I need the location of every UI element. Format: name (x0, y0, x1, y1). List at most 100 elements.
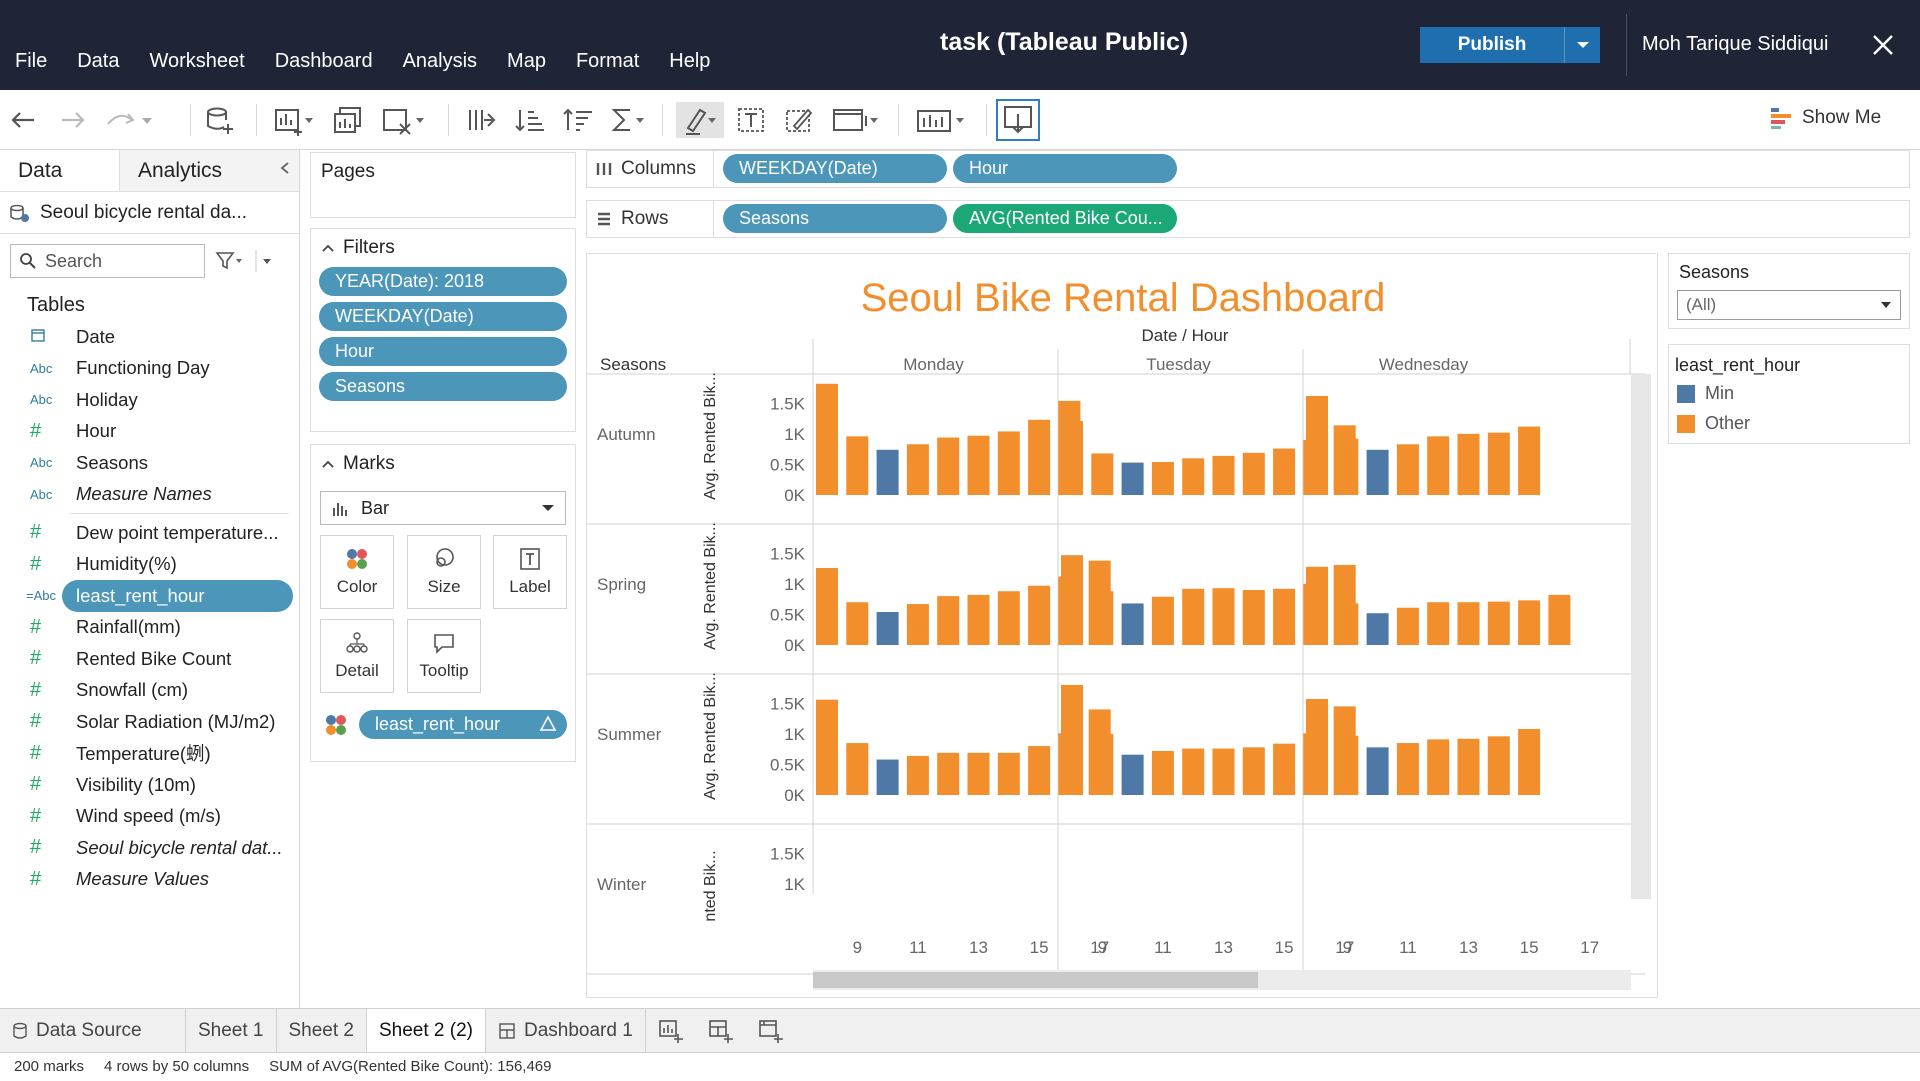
tab-analytics[interactable]: Analytics (120, 150, 270, 191)
field-seasons[interactable]: Abc Seasons (0, 447, 299, 479)
mark-type-select[interactable]: Bar (320, 491, 566, 525)
menu-file[interactable]: File (0, 48, 62, 74)
marks-tooltip-button[interactable]: Tooltip (407, 619, 481, 693)
marks-color-button[interactable]: Color (320, 535, 394, 609)
redo-icon[interactable] (58, 102, 88, 138)
filter-pill-seasons[interactable]: Seasons (319, 372, 567, 401)
close-icon[interactable] (1868, 30, 1898, 60)
bar-summer-monday-h11 (906, 755, 929, 795)
user-name[interactable]: Moh Tarique Siddiqui (1642, 33, 1828, 56)
download-button[interactable] (996, 99, 1040, 141)
menu-format[interactable]: Format (561, 48, 654, 74)
clear-sheet-icon[interactable] (380, 102, 426, 138)
replay-icon[interactable] (104, 102, 154, 138)
rows-pill-avg-rented[interactable]: AVG(Rented Bike Cou... (953, 204, 1177, 233)
seasons-filter-select[interactable]: (All) (1677, 290, 1901, 320)
columns-pill-hour[interactable]: Hour (953, 154, 1177, 183)
database-icon (13, 1022, 27, 1039)
filters-header[interactable]: Filters (311, 229, 575, 267)
data-pane: Data Analytics Seoul bicycle rental da..… (0, 150, 300, 1010)
field-snowfall-cm[interactable]: # Snowfall (cm) (0, 675, 299, 707)
tab-data-source[interactable]: Data Source (0, 1009, 186, 1053)
annotate-icon[interactable] (782, 102, 816, 138)
filter-pill-year[interactable]: YEAR(Date): 2018 (319, 267, 567, 296)
y-axis-label: Avg. Rented Bik... (702, 522, 719, 650)
publish-dropdown[interactable] (1565, 27, 1600, 63)
publish-label[interactable]: Publish (1420, 27, 1565, 63)
field-name: least_rent_hour (76, 584, 205, 606)
field-name: Solar Radiation (MJ/m2) (76, 710, 276, 732)
menu-map[interactable]: Map (492, 48, 561, 74)
field-visibility-10m[interactable]: # Visibility (10m) (0, 769, 299, 801)
field-holiday[interactable]: Abc Holiday (0, 384, 299, 416)
tab-sheet-2[interactable]: Sheet 2 (277, 1009, 367, 1053)
new-worksheet-icon[interactable] (272, 102, 314, 138)
totals-icon[interactable] (608, 102, 648, 138)
sort-fields-dropdown-icon[interactable] (255, 250, 277, 272)
bar-autumn-wednesday-h15 (1518, 426, 1541, 495)
field-hour[interactable]: # Hour (0, 416, 299, 448)
field-date[interactable]: Date (0, 321, 299, 353)
field-measure-names[interactable]: Abc Measure Names (0, 479, 299, 511)
legend-item-other[interactable]: Other (1677, 413, 1750, 434)
chevron-up-icon (322, 460, 334, 468)
vertical-scrollbar (1631, 374, 1651, 899)
fit-icon[interactable] (830, 102, 880, 138)
legend-item-min[interactable]: Min (1677, 383, 1734, 404)
marks-label-button[interactable]: Label (493, 535, 567, 609)
filter-pill-hour[interactable]: Hour (319, 337, 567, 366)
field-rainfall-mm[interactable]: # Rainfall(mm) (0, 612, 299, 644)
field-name: Date (76, 325, 116, 347)
field-measure-values[interactable]: # Measure Values (0, 864, 299, 896)
datasource-item[interactable]: Seoul bicycle rental da... (0, 192, 299, 234)
tab-data[interactable]: Data (0, 150, 120, 191)
sort-ascending-icon[interactable] (512, 102, 546, 138)
field-functioning-day[interactable]: Abc Functioning Day (0, 353, 299, 385)
marks-header[interactable]: Marks (311, 445, 575, 483)
field-dew-point-temperature[interactable]: # Dew point temperature... (0, 517, 299, 549)
collapse-pane-button[interactable] (270, 150, 299, 191)
new-story-tab-button[interactable] (746, 1009, 796, 1053)
columns-pill-weekday[interactable]: WEEKDAY(Date) (723, 154, 947, 183)
y-tick-label: 0K (784, 786, 805, 805)
tab-sheet-2-copy[interactable]: Sheet 2 (2) (367, 1009, 486, 1053)
field-temperature[interactable]: # Temperature(蛚) (0, 738, 299, 770)
rows-shelf-label: Rows (595, 201, 669, 237)
rows-pill-seasons[interactable]: Seasons (723, 204, 947, 233)
field-rented-bike-count[interactable]: # Rented Bike Count (0, 643, 299, 675)
number-icon: # (30, 804, 42, 827)
bar-spring-wednesday-h15 (1518, 600, 1541, 645)
filter-pill-weekday[interactable]: WEEKDAY(Date) (319, 302, 567, 331)
marks-detail-button[interactable]: Detail (320, 619, 394, 693)
sort-descending-icon[interactable] (560, 102, 594, 138)
field-wind-speed-m-s[interactable]: # Wind speed (m/s) (0, 801, 299, 833)
tab-sheet-1[interactable]: Sheet 1 (186, 1009, 277, 1053)
text-labels-icon[interactable] (734, 102, 768, 138)
new-dashboard-tab-button[interactable] (696, 1009, 746, 1053)
menu-worksheet[interactable]: Worksheet (134, 48, 259, 74)
menu-help[interactable]: Help (654, 48, 725, 74)
menu-dashboard[interactable]: Dashboard (260, 48, 388, 74)
bar-spring-tuesday-h10 (1121, 603, 1144, 645)
undo-icon[interactable] (8, 102, 38, 138)
field-humidity[interactable]: # Humidity(%) (0, 549, 299, 581)
show-me-button[interactable]: Show Me (1770, 106, 1881, 130)
new-datasource-icon[interactable] (204, 102, 236, 138)
filter-fields-icon[interactable] (215, 250, 245, 272)
tab-dashboard-1[interactable]: Dashboard 1 (486, 1009, 646, 1053)
menu-analysis[interactable]: Analysis (388, 48, 492, 74)
color-encoding-pill[interactable]: least_rent_hour (359, 710, 567, 739)
publish-button[interactable]: Publish (1420, 27, 1600, 63)
new-worksheet-tab-button[interactable] (646, 1009, 696, 1053)
y-axis-label: nted Bik... (702, 850, 719, 921)
marks-size-button[interactable]: Size (407, 535, 481, 609)
field-least-rent-hour[interactable]: =Abc least_rent_hour (26, 580, 293, 612)
menu-data[interactable]: Data (62, 48, 134, 74)
field-solar-radiation-mj-m2[interactable]: # Solar Radiation (MJ/m2) (0, 706, 299, 738)
highlight-button[interactable] (676, 102, 724, 138)
swap-rows-columns-icon[interactable] (464, 102, 498, 138)
field-seoul-bicycle-rental-dat[interactable]: # Seoul bicycle rental dat... (0, 832, 299, 864)
search-input[interactable]: Search (10, 244, 205, 278)
duplicate-sheet-icon[interactable] (330, 102, 366, 138)
presentation-mode-icon[interactable] (914, 102, 970, 138)
